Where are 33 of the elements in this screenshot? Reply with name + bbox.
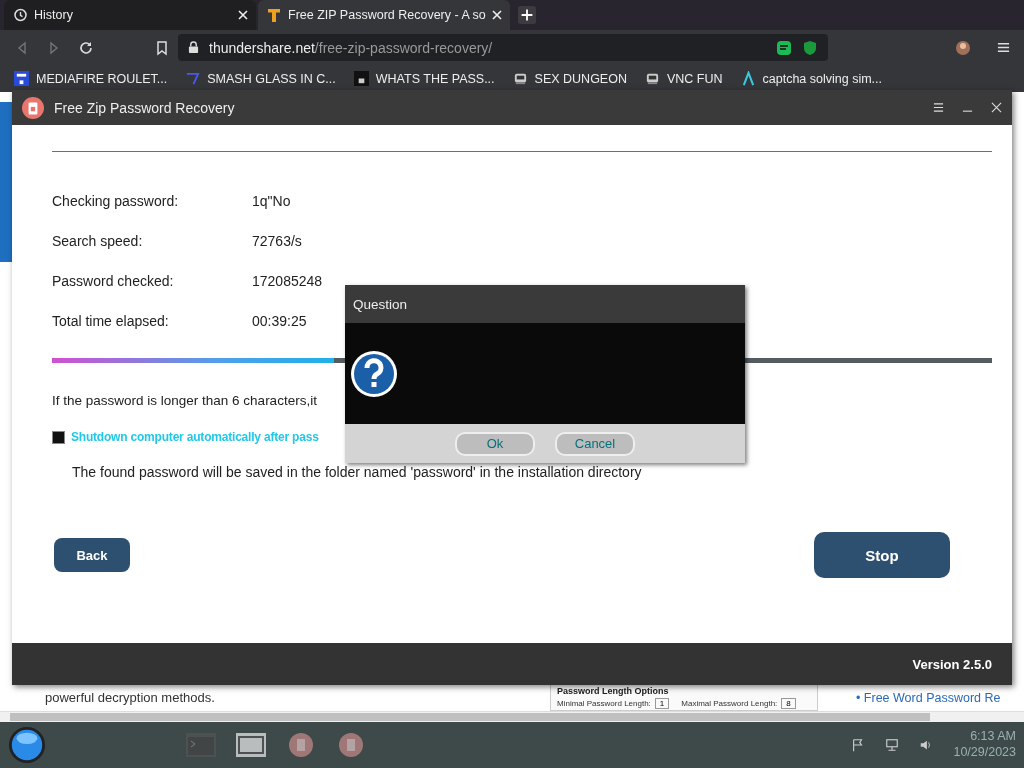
- bookmark-item[interactable]: captcha solving sim...: [740, 71, 883, 86]
- bookmark-item[interactable]: SEX DUNGEON: [512, 71, 627, 86]
- browser-tab[interactable]: Free ZIP Password Recovery - A so: [258, 0, 510, 30]
- stat-value: 72763/s: [252, 233, 302, 249]
- stat-label: Password checked:: [52, 273, 175, 289]
- bookmark-item[interactable]: SMASH GLASS IN C...: [185, 71, 336, 86]
- url-text: thundershare.net/free-zip-password-recovery/: [209, 39, 493, 56]
- info-text: If the password is longer than 6 characters,it: [52, 393, 317, 408]
- back-button[interactable]: Back: [54, 538, 130, 572]
- dialog-title: Question: [353, 296, 408, 312]
- stat-label: Search speed:: [52, 233, 144, 249]
- tab-title: Free ZIP Password Recovery - A so: [288, 8, 486, 22]
- bookmark-item[interactable]: WHATS THE PASS...: [353, 71, 495, 86]
- thumbnail-label: Maximal Password Length:: [681, 698, 778, 708]
- bookmark-item[interactable]: MEDIAFIRE ROULET...: [14, 71, 168, 86]
- browser-tab[interactable]: History: [4, 0, 256, 30]
- stat-value: 00:39:25: [252, 313, 307, 329]
- version-text: Version 2.5.0: [912, 656, 992, 672]
- window-title: Free Zip Password Recovery: [54, 99, 235, 116]
- thumbnail-title: Password Length Options: [557, 685, 670, 696]
- page-text: powerful decryption methods.: [45, 690, 216, 705]
- address-bar[interactable]: thundershare.net/free-zip-password-recovery/: [178, 34, 828, 61]
- clock[interactable]: 6:13 AM 10/29/2023: [953, 729, 1016, 761]
- thumbnail-label: Minimal Password Length:: [557, 698, 651, 708]
- page-link[interactable]: • Free Word Password Re: [856, 690, 1001, 705]
- bookmark-item[interactable]: VNC FUN: [644, 71, 723, 86]
- stat-value: 172085248: [252, 273, 323, 289]
- stop-button[interactable]: Stop: [814, 532, 950, 578]
- stat-value: 1q"No: [252, 193, 291, 209]
- stat-label: Total time elapsed:: [52, 313, 170, 329]
- stat-label: Checking password:: [52, 193, 180, 209]
- tab-title: History: [34, 8, 74, 22]
- info-text: The found password will be saved in the folder named 'password' in the installation directory: [72, 464, 642, 480]
